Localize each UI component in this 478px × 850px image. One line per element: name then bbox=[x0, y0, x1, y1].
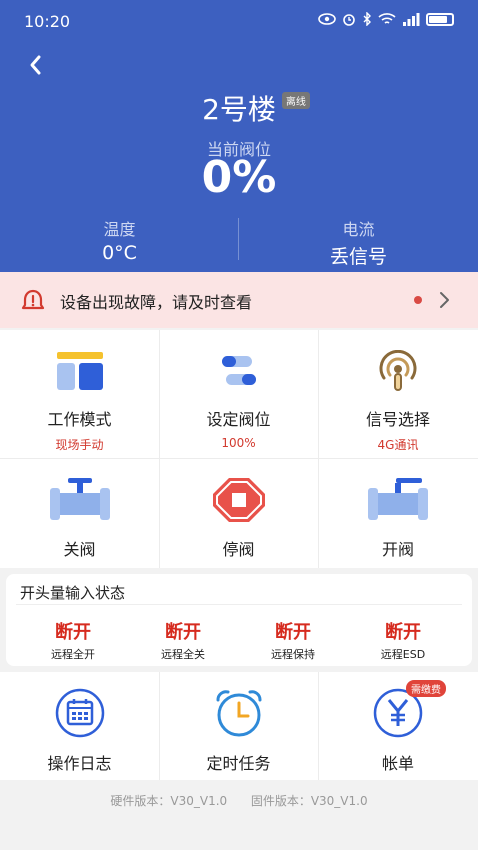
stop-valve-button[interactable]: 停阀 bbox=[159, 476, 318, 560]
open-valve-button[interactable]: 开阀 bbox=[318, 476, 478, 560]
valve-icon bbox=[49, 478, 110, 520]
device-header: 10:20 2号楼 离线 当前阀位 0% 温度 0°C 电流 丢信号 bbox=[0, 0, 478, 272]
broadcast-signal-icon bbox=[379, 349, 417, 391]
switch-status-title: 开头量输入状态 bbox=[20, 584, 126, 602]
switch-item: 断开 远程ESD bbox=[348, 618, 458, 662]
switch-item: 断开 远程全关 bbox=[128, 618, 238, 662]
scheduled-task-button[interactable]: 定时任务 bbox=[159, 688, 318, 774]
work-mode-value: 现场手动 bbox=[55, 438, 104, 452]
firmware-version: 固件版本：V30_V1.0 bbox=[250, 794, 368, 808]
bill-button[interactable]: 帐单 bbox=[318, 688, 478, 774]
status-time: 10:20 bbox=[24, 12, 71, 31]
current-label: 电流 bbox=[342, 220, 375, 239]
current-value: 丢信号 bbox=[329, 246, 387, 268]
work-mode-icon bbox=[56, 352, 103, 390]
status-icons bbox=[318, 12, 454, 26]
switch-state: 断开 bbox=[275, 622, 311, 643]
open-valve-label: 开阀 bbox=[381, 540, 414, 559]
version-info: 硬件版本：V30_V1.0 固件版本：V30_V1.0 bbox=[0, 792, 478, 809]
current-metric: 电流 丢信号 bbox=[239, 216, 478, 269]
alarm-icon bbox=[343, 14, 355, 26]
battery-icon bbox=[426, 12, 454, 26]
device-name: 2号楼 bbox=[202, 93, 276, 126]
temperature-metric: 温度 0°C bbox=[0, 216, 239, 264]
set-valve-value: 100% bbox=[221, 436, 256, 450]
set-valve-label: 设定阀位 bbox=[206, 410, 271, 429]
alert-message: 设备出现故障，请及时查看 bbox=[60, 293, 253, 312]
hardware-version: 硬件版本：V30_V1.0 bbox=[110, 794, 228, 808]
bill-label: 帐单 bbox=[381, 754, 414, 773]
scheduled-task-label: 定时任务 bbox=[206, 754, 271, 773]
unread-dot bbox=[414, 296, 422, 304]
signal-select-label: 信号选择 bbox=[365, 410, 430, 429]
grid-divider bbox=[0, 458, 478, 459]
control-grid: 工作模式 现场手动 设定阀位 100% 信号选择 4G通讯 关阀 停阀 开阀 bbox=[0, 330, 478, 568]
work-mode-button[interactable]: 工作模式 现场手动 bbox=[0, 350, 159, 453]
temperature-value: 0°C bbox=[102, 242, 137, 264]
fault-alert-bar[interactable]: 设备出现故障，请及时查看 bbox=[0, 272, 478, 328]
switch-label: 远程保持 bbox=[271, 648, 315, 661]
page-title: 2号楼 离线 bbox=[202, 88, 310, 128]
set-valve-position-button[interactable]: 设定阀位 100% bbox=[159, 350, 318, 450]
alarm-bell-icon bbox=[21, 289, 45, 310]
stop-icon bbox=[212, 478, 265, 522]
alarm-clock-icon bbox=[216, 690, 261, 737]
status-bar: 10:20 bbox=[0, 0, 478, 44]
switch-input-status-card: 开头量输入状态 断开 远程全开 断开 远程全关 断开 远程保持 断开 远程ESD bbox=[6, 574, 472, 666]
stop-valve-label: 停阀 bbox=[222, 540, 255, 559]
temperature-label: 温度 bbox=[103, 220, 136, 239]
back-arrow-icon[interactable] bbox=[22, 50, 52, 80]
switch-label: 远程全开 bbox=[51, 648, 95, 661]
eye-icon bbox=[318, 13, 336, 25]
divider bbox=[16, 604, 462, 605]
switch-label: 远程全关 bbox=[161, 648, 205, 661]
payment-due-badge: 需缴费 bbox=[406, 680, 446, 697]
switch-state: 断开 bbox=[385, 622, 421, 643]
switch-state: 断开 bbox=[55, 622, 91, 643]
chevron-right-icon bbox=[440, 292, 449, 308]
switch-label: 远程ESD bbox=[380, 648, 426, 661]
signal-icon bbox=[403, 12, 420, 26]
close-valve-label: 关阀 bbox=[63, 540, 96, 559]
calendar-log-icon bbox=[55, 688, 104, 738]
switch-item: 断开 远程保持 bbox=[238, 618, 348, 662]
close-valve-button[interactable]: 关阀 bbox=[0, 476, 159, 560]
valve-open-icon bbox=[368, 478, 428, 520]
valve-position-value: 0% bbox=[201, 152, 277, 203]
signal-select-button[interactable]: 信号选择 4G通讯 bbox=[318, 349, 478, 453]
operation-log-button[interactable]: 操作日志 bbox=[0, 688, 159, 774]
switch-state: 断开 bbox=[165, 622, 201, 643]
operation-log-label: 操作日志 bbox=[47, 754, 112, 773]
slider-settings-icon bbox=[221, 356, 256, 385]
work-mode-label: 工作模式 bbox=[47, 410, 112, 429]
offline-badge: 离线 bbox=[281, 92, 310, 109]
signal-select-value: 4G通讯 bbox=[377, 438, 419, 452]
switch-item: 断开 远程全开 bbox=[18, 618, 128, 662]
wifi-icon bbox=[378, 13, 396, 24]
title-area: 2号楼 离线 bbox=[0, 88, 478, 128]
bluetooth-icon bbox=[363, 12, 371, 26]
